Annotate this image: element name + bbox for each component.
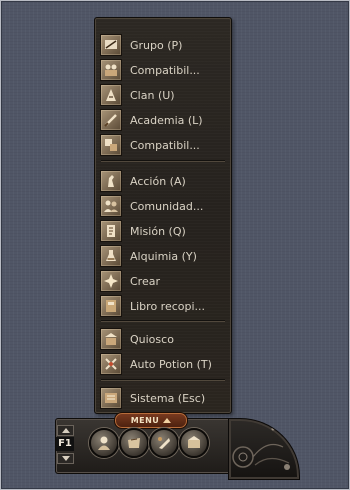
menu-item-label: Compatibil... (130, 63, 200, 77)
character-icon (98, 436, 110, 450)
alchemy-icon (100, 245, 122, 267)
chevron-down-icon (61, 456, 70, 461)
menu-item-label: Comunidad... (130, 199, 204, 213)
menu-item-label: Misión (Q) (130, 224, 186, 238)
inventory-button[interactable] (119, 428, 149, 458)
quest-icon (100, 220, 122, 242)
menu-item-compatibility[interactable]: Compatibil... (100, 59, 226, 81)
menu-separator (101, 379, 225, 381)
compatibility-icon (100, 134, 122, 156)
kiosk-icon (100, 328, 122, 350)
inventory-icon (128, 438, 140, 448)
quickbar-ornament (228, 418, 300, 480)
menu-item-auto-potion[interactable]: Auto Potion (T) (100, 353, 226, 375)
menu-item-label: Alquimia (Y) (130, 249, 197, 263)
page-up-button[interactable] (57, 425, 74, 436)
menu-item-label: Quiosco (130, 332, 174, 346)
menu-item-kiosk[interactable]: Quiosco (100, 328, 226, 350)
academy-icon (100, 109, 122, 131)
menu-item-book[interactable]: Libro recopi... (100, 295, 226, 317)
menu-item-craft[interactable]: Crear (100, 270, 226, 292)
menu-item-alchemy[interactable]: Alquimia (Y) (100, 245, 226, 267)
menu-tab-button[interactable]: MENU (114, 412, 188, 429)
menu-item-academy[interactable]: Academia (L) (100, 109, 226, 131)
skills-button[interactable] (149, 428, 179, 458)
book-icon (100, 295, 122, 317)
menu-item-label: Crear (130, 274, 160, 288)
menu-item-system[interactable]: Sistema (Esc) (100, 387, 226, 409)
character-button[interactable] (89, 428, 119, 458)
menu-item-label: Libro recopi... (130, 299, 206, 313)
menu-tab-label: MENU (130, 416, 160, 425)
skills-icon (158, 437, 170, 449)
menu-item-clan[interactable]: Clan (U) (100, 84, 226, 106)
menu-item-community[interactable]: Comunidad... (100, 195, 226, 217)
menu-item-label: Grupo (P) (130, 38, 183, 52)
system-icon (100, 387, 122, 409)
menu-item-label: Academia (L) (130, 113, 203, 127)
menu-item-group[interactable]: Grupo (P) (100, 34, 226, 56)
menu-item-label: Clan (U) (130, 88, 175, 102)
shortcut-page-label: F1 (56, 437, 74, 451)
chevron-up-icon (61, 428, 70, 433)
menu-item-label: Compatibil... (130, 138, 200, 152)
page-down-button[interactable] (57, 453, 74, 464)
shortcut-page-nav: F1 (56, 425, 74, 464)
map-icon (188, 436, 200, 448)
map-button[interactable] (179, 428, 209, 458)
chevron-up-icon (163, 418, 172, 423)
clan-icon (100, 84, 122, 106)
menu-item-action[interactable]: Acción (A) (100, 170, 226, 192)
menu-item-compatibility-2[interactable]: Compatibil... (100, 134, 226, 156)
menu-item-label: Sistema (Esc) (130, 391, 206, 405)
compatibility-icon (100, 59, 122, 81)
menu-item-label: Auto Potion (T) (130, 357, 212, 371)
potion-icon (100, 353, 122, 375)
main-menu-panel: Grupo (P) Compatibil... Clan (U) Academi… (94, 17, 232, 414)
action-icon (100, 170, 122, 192)
community-icon (100, 195, 122, 217)
craft-icon (100, 270, 122, 292)
menu-separator (101, 160, 225, 162)
group-icon (100, 34, 122, 56)
menu-item-label: Acción (A) (130, 174, 186, 188)
menu-item-quest[interactable]: Misión (Q) (100, 220, 226, 242)
menu-separator (101, 320, 225, 322)
